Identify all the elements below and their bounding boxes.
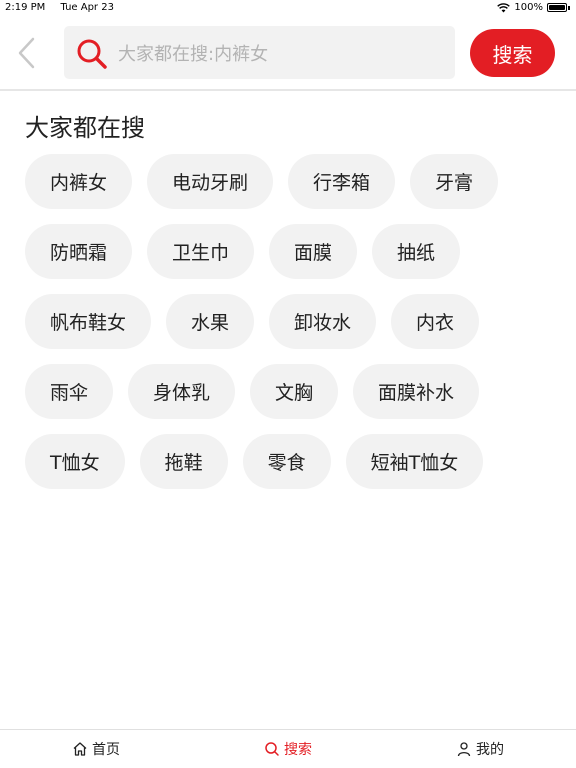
search-tag[interactable]: 抽纸 — [372, 224, 461, 279]
status-time: 2:19 PM — [5, 2, 46, 13]
tab-home-label: 首页 — [92, 742, 120, 758]
search-tag[interactable]: 卫生巾 — [147, 224, 255, 279]
back-icon — [18, 37, 35, 69]
header-divider — [0, 89, 576, 91]
section-title: 大家都在搜 — [25, 114, 145, 142]
hot-search-tags: 内裤女 电动牙刷 行李箱 牙膏 防晒霜 卫生巾 面膜 抽纸 帆布鞋女 水果 卸妆… — [25, 154, 565, 504]
search-tag[interactable]: 行李箱 — [288, 154, 396, 209]
tab-search[interactable]: 搜索 — [192, 730, 384, 768]
tag-row: 防晒霜 卫生巾 面膜 抽纸 — [25, 224, 565, 279]
search-tag[interactable]: 防晒霜 — [25, 224, 133, 279]
search-button[interactable]: 搜索 — [470, 29, 555, 77]
wifi-icon — [497, 2, 511, 12]
search-tag[interactable]: 内裤女 — [25, 154, 133, 209]
search-tag[interactable]: 文胸 — [250, 364, 339, 419]
search-tag[interactable]: 水果 — [166, 294, 255, 349]
search-tag[interactable]: 短袖T恤女 — [345, 434, 484, 489]
search-tag[interactable]: 电动牙刷 — [147, 154, 274, 209]
tab-mine-label: 我的 — [476, 742, 504, 758]
search-tag[interactable]: 面膜补水 — [353, 364, 480, 419]
search-tag[interactable]: 帆布鞋女 — [25, 294, 152, 349]
search-tag[interactable]: 身体乳 — [128, 364, 236, 419]
battery-tip — [568, 5, 570, 10]
search-icon — [77, 39, 107, 69]
battery-percent: 100% — [514, 2, 543, 13]
tab-bar: 首页 搜索 我的 — [0, 729, 576, 768]
header: 搜索 — [0, 18, 576, 88]
tab-mine[interactable]: 我的 — [384, 730, 576, 768]
status-bar: 2:19 PM Tue Apr 23 100% — [0, 0, 576, 16]
search-tag[interactable]: 牙膏 — [410, 154, 499, 209]
tag-row: 帆布鞋女 水果 卸妆水 内衣 — [25, 294, 565, 349]
tag-row: 雨伞 身体乳 文胸 面膜补水 — [25, 364, 565, 419]
home-icon — [73, 742, 87, 756]
status-right: 100% — [497, 2, 570, 13]
search-icon — [265, 742, 279, 756]
search-tag[interactable]: T恤女 — [25, 434, 125, 489]
search-tag[interactable]: 雨伞 — [25, 364, 114, 419]
user-icon — [457, 742, 471, 757]
search-tag[interactable]: 拖鞋 — [139, 434, 228, 489]
search-input[interactable] — [116, 38, 440, 70]
search-tag[interactable]: 内衣 — [391, 294, 480, 349]
tag-row: T恤女 拖鞋 零食 短袖T恤女 — [25, 434, 565, 489]
tag-row: 内裤女 电动牙刷 行李箱 牙膏 — [25, 154, 565, 209]
status-date: Tue Apr 23 — [60, 2, 114, 13]
search-tag[interactable]: 面膜 — [269, 224, 358, 279]
battery-icon — [547, 3, 567, 12]
search-tag[interactable]: 零食 — [242, 434, 331, 489]
tab-search-label: 搜索 — [284, 742, 312, 758]
search-tag[interactable]: 卸妆水 — [269, 294, 377, 349]
back-button[interactable] — [14, 36, 40, 70]
status-left: 2:19 PM Tue Apr 23 — [5, 2, 114, 13]
search-box[interactable] — [64, 26, 455, 79]
tab-home[interactable]: 首页 — [0, 730, 192, 768]
